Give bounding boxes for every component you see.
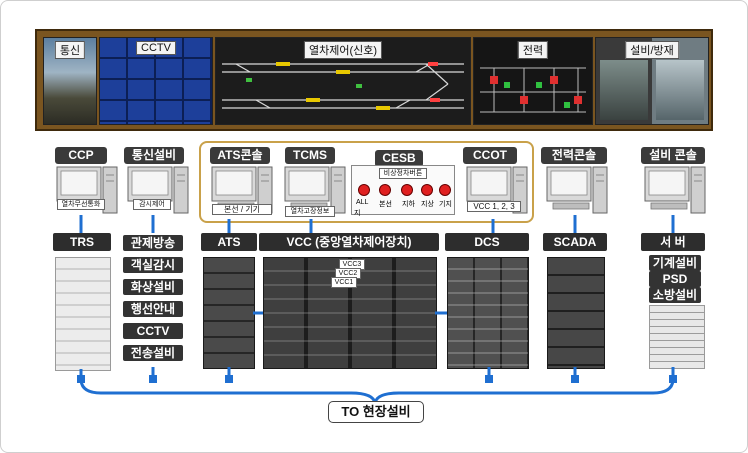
connection-lines [77,215,677,404]
system-diagram: 통신 CCTV 열차제어(신호) 전력 설비/방재 CCP 통신설비 ATS콘솔… [0,0,748,453]
field-equipment-label: TO 현장설비 [328,401,424,423]
